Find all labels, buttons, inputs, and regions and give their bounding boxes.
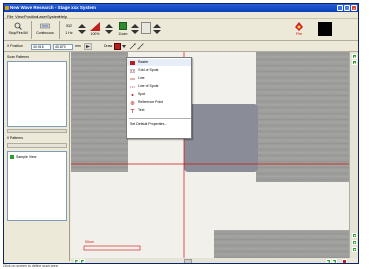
y-position-field[interactable]: 40.870 — [53, 43, 73, 50]
menu-item-label: Spot — [138, 92, 146, 96]
stop-indicator-button[interactable] — [342, 258, 347, 263]
status-bar: Click on screen to define scan area — [3, 264, 58, 268]
toolbar-separator — [59, 21, 60, 39]
menu-item-grid-of-spots[interactable]: Grid of Spots — [127, 67, 191, 74]
main-toolbar: Stop/Fire/All Continuous 532 1 Hz 100% Z… — [4, 19, 358, 41]
menu-item-reference-point[interactable]: Reference Point — [127, 99, 191, 106]
scroll-down-button[interactable]: ▼ — [352, 233, 357, 238]
maximize-button[interactable]: □ — [344, 5, 350, 11]
list-scrollbar[interactable] — [7, 129, 67, 133]
menu-item-label: Raster — [138, 60, 149, 64]
fire-button[interactable]: Fire — [292, 21, 306, 39]
vertical-scrollbar[interactable]: ▲ ▲ ▼ ▼ ▼ — [349, 52, 358, 258]
stop-fire-button[interactable]: Stop/Fire/All — [7, 21, 29, 39]
menu-item-label: Reference Point — [138, 100, 164, 104]
scroll-thumb[interactable] — [184, 258, 192, 263]
menu-file[interactable]: File — [7, 14, 13, 19]
continuous-button[interactable]: Continuous — [34, 21, 56, 39]
draw-label: Draw — [104, 44, 113, 48]
zoom-label: Zoom — [118, 32, 128, 36]
scale-label: 50um — [85, 240, 94, 244]
menu-help[interactable]: Help — [59, 14, 67, 19]
fire-icon — [295, 22, 303, 31]
down-end-button[interactable]: ▼ — [352, 247, 357, 252]
page-right-button[interactable]: ▶ — [326, 258, 331, 263]
menu-item-set-default-properties[interactable]: Set Default Properties... — [127, 121, 191, 128]
draw-color-button[interactable] — [114, 43, 121, 50]
shape-context-menu: Raster Grid of Spots Line Line of Spots … — [126, 57, 192, 139]
app-window: New Wave Research - Stage xxx System _ □… — [3, 3, 359, 264]
laser-mode-icon — [40, 23, 50, 29]
wavelength-selector[interactable]: 532 1 Hz — [62, 22, 76, 38]
magnifier-icon — [14, 22, 22, 30]
wavelength-value: 532 — [66, 24, 72, 28]
position-toolbar: X Position 40.915 40.870 mm Draw — [4, 41, 358, 52]
minimize-button[interactable]: _ — [337, 5, 343, 11]
menu-item-label: Grid of Spots — [138, 68, 159, 72]
grid-spots-icon — [130, 68, 135, 73]
menu-item-raster[interactable]: Raster — [127, 59, 191, 67]
line-icon — [130, 78, 135, 79]
x-position-field[interactable]: 40.915 — [31, 43, 51, 50]
sample-view-swatch-icon — [10, 155, 14, 159]
select-tool-icon[interactable] — [129, 43, 136, 50]
energy-value: 100% — [90, 32, 100, 36]
scroll-right-button[interactable]: ▶ — [332, 258, 337, 263]
focus-slider[interactable] — [141, 22, 151, 34]
menu-item-label: Set Default Properties... — [130, 122, 168, 126]
sample-view-panel: Sample View — [7, 151, 67, 221]
menu-laser[interactable]: Laser — [37, 14, 47, 19]
spinner-arrows-icon[interactable] — [153, 24, 161, 34]
spinner-arrows-icon[interactable] — [105, 24, 113, 34]
scroll-left-button[interactable]: ◀ — [74, 258, 79, 263]
scroll-up-button[interactable]: ▲ — [352, 54, 357, 59]
menu-view[interactable]: View — [15, 14, 24, 19]
position-unit: mm — [75, 44, 81, 48]
scan-patterns-list[interactable] — [7, 61, 67, 127]
text-icon — [130, 108, 135, 113]
menu-item-text[interactable]: Text — [127, 107, 191, 114]
window-title: New Wave Research - Stage xxx System — [10, 5, 96, 10]
go-to-position-icon[interactable] — [84, 43, 92, 50]
raster-icon — [130, 60, 135, 65]
measure-tool-icon[interactable] — [137, 43, 144, 50]
stop-fire-label: Stop/Fire/All — [8, 31, 28, 35]
patterns-count: 0 Patterns — [7, 136, 23, 140]
page-left-button[interactable]: ◀ — [80, 258, 85, 263]
menu-item-spot[interactable]: Spot — [127, 91, 191, 98]
menu-item-label: Line — [138, 76, 145, 80]
menu-item-line[interactable]: Line — [127, 75, 191, 82]
rate-value: 1 Hz — [65, 31, 73, 35]
laser-status-indicator — [318, 22, 332, 36]
spot-icon — [131, 93, 134, 96]
fire-label: Fire — [295, 32, 303, 36]
left-panel: Scan Patterns 0 Patterns Sample View — [4, 52, 70, 261]
title-bar[interactable]: New Wave Research - Stage xxx System _ □… — [4, 4, 358, 12]
close-button[interactable]: × — [351, 5, 357, 11]
page-up-button[interactable]: ▲ — [352, 60, 357, 65]
microscope-view[interactable]: 50um — [71, 52, 349, 258]
reference-point-icon — [130, 100, 135, 105]
line-spots-icon — [130, 86, 135, 88]
pattern-controls[interactable] — [7, 143, 67, 148]
app-icon — [5, 5, 9, 10]
menu-item-label: Line of Spots — [138, 84, 159, 88]
continuous-label: Continuous — [36, 31, 54, 35]
position-label: X Position — [7, 44, 23, 48]
menu-separator — [129, 118, 191, 119]
spinner-arrows-icon[interactable] — [131, 24, 139, 34]
zoom-swatch-icon — [119, 22, 127, 30]
scan-patterns-label: Scan Patterns — [7, 55, 29, 59]
zoom-button[interactable]: Zoom — [116, 21, 130, 39]
page-down-button[interactable]: ▼ — [352, 240, 357, 245]
menu-item-line-of-spots[interactable]: Line of Spots — [127, 83, 191, 90]
chevron-down-icon[interactable] — [122, 45, 126, 48]
energy-ramp-icon — [90, 22, 100, 31]
sample-image — [71, 52, 349, 258]
sample-view-label[interactable]: Sample View — [16, 155, 36, 159]
menu-item-label: Text — [138, 108, 145, 112]
menu-bar: File View Position Laser System Help — [4, 12, 358, 19]
toolbar-separator — [31, 21, 32, 39]
spinner-arrows-icon[interactable] — [78, 24, 86, 34]
